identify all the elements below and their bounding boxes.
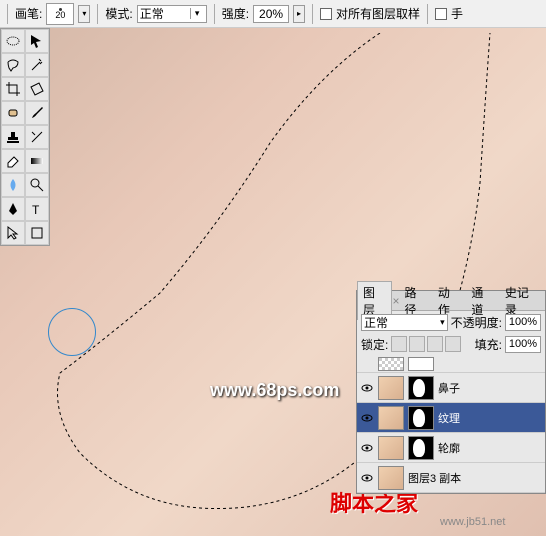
eraser-tool[interactable] (1, 149, 25, 173)
blur-tool[interactable] (1, 173, 25, 197)
visibility-toggle[interactable] (360, 471, 374, 485)
marquee-tool[interactable] (1, 29, 25, 53)
shape-tool[interactable] (25, 221, 49, 245)
layer-row[interactable]: 图层3 副本 (357, 463, 545, 493)
layer-mask-thumbnail (408, 376, 434, 400)
brush-cursor (48, 308, 96, 356)
layer-blend-mode-dropdown[interactable]: 正常▾ (361, 314, 448, 331)
watermark-jb51-url: www.jb51.net (440, 516, 505, 528)
strength-arrow[interactable]: ▸ (293, 5, 305, 23)
brush-preset-picker[interactable]: 20 (46, 3, 74, 25)
layer-name: 鼻子 (438, 380, 542, 396)
heal-tool[interactable] (1, 101, 25, 125)
visibility-toggle[interactable] (360, 357, 374, 371)
pen-tool[interactable] (1, 197, 25, 221)
layer-row[interactable] (357, 355, 545, 373)
stamp-tool[interactable] (1, 125, 25, 149)
layer-name: 轮廓 (438, 440, 542, 456)
fill-label: 填充: (475, 336, 502, 353)
layer-row[interactable]: 轮廓 (357, 433, 545, 463)
layer-mask-thumbnail (408, 436, 434, 460)
dodge-tool[interactable] (25, 173, 49, 197)
mode-label: 模式: (105, 5, 132, 22)
hand-label: 手 (451, 5, 463, 22)
visibility-toggle[interactable] (360, 411, 374, 425)
brush-dropdown-arrow[interactable]: ▾ (78, 5, 90, 23)
lock-position-icon[interactable] (427, 336, 443, 352)
strength-label: 强度: (222, 5, 249, 22)
layer-name: 图层3 副本 (408, 470, 542, 486)
brush-label: 画笔: (15, 5, 42, 22)
options-toolbar: 画笔: 20 ▾ 模式: 正常 ▾ 强度: ▸ 对所有图层取样 手 (0, 0, 546, 28)
visibility-toggle[interactable] (360, 441, 374, 455)
lock-pixels-icon[interactable] (409, 336, 425, 352)
brush-tool[interactable] (25, 101, 49, 125)
layer-name: 纹理 (438, 410, 542, 426)
layer-mask-thumbnail (408, 406, 434, 430)
sample-all-label: 对所有图层取样 (336, 5, 420, 22)
opacity-label: 不透明度: (451, 314, 502, 331)
lock-transparency-icon[interactable] (391, 336, 407, 352)
lock-all-icon[interactable] (445, 336, 461, 352)
hand-checkbox[interactable] (435, 8, 447, 20)
gradient-tool[interactable] (25, 149, 49, 173)
visibility-toggle[interactable] (360, 381, 374, 395)
crop-tool[interactable] (1, 77, 25, 101)
layer-thumbnail (378, 376, 404, 400)
sample-all-checkbox[interactable] (320, 8, 332, 20)
lasso-tool[interactable] (1, 53, 25, 77)
lock-label: 锁定: (361, 336, 388, 353)
move-tool[interactable] (25, 29, 49, 53)
panel-tabs: 图层 × 路径 动作 通道 史记录 (357, 291, 545, 311)
svg-text:T: T (32, 203, 40, 217)
layer-row[interactable]: 鼻子 (357, 373, 545, 403)
fill-input[interactable] (505, 336, 541, 353)
watermark-68ps: www.68ps.com (210, 380, 339, 401)
text-tool[interactable]: T (25, 197, 49, 221)
layer-thumbnail (378, 436, 404, 460)
path-select-tool[interactable] (1, 221, 25, 245)
layer-thumbnail (378, 406, 404, 430)
wand-tool[interactable] (25, 53, 49, 77)
history-brush-tool[interactable] (25, 125, 49, 149)
layers-panel: 图层 × 路径 动作 通道 史记录 正常▾ 不透明度: 锁定: 填充: (356, 290, 546, 494)
layer-row[interactable]: 纹理 (357, 403, 545, 433)
tools-panel: T (0, 28, 50, 246)
strength-input[interactable] (253, 5, 289, 23)
blend-mode-dropdown[interactable]: 正常 ▾ (137, 5, 207, 23)
layer-thumbnail (378, 466, 404, 490)
layer-list: 鼻子 纹理 轮廓 图层3 副本 (357, 355, 545, 493)
opacity-input[interactable] (505, 314, 541, 331)
slice-tool[interactable] (25, 77, 49, 101)
